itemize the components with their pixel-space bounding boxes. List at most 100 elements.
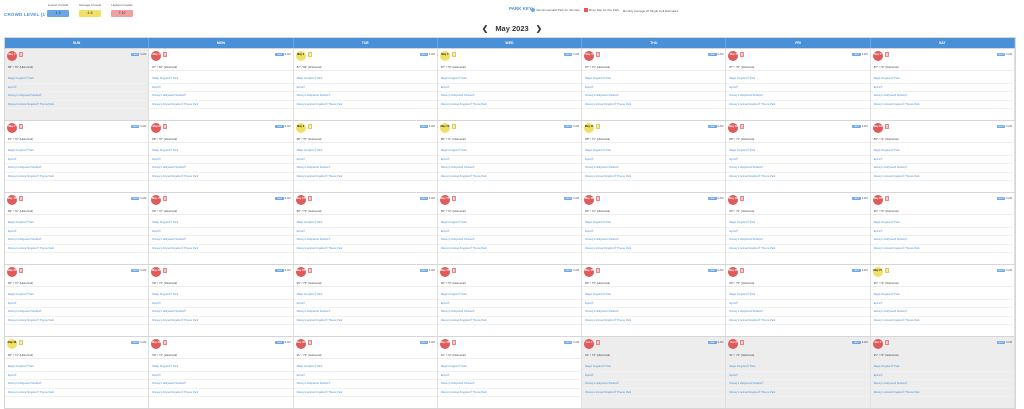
park-link[interactable]: Disney's Animal Kingdom® Theme Park	[726, 101, 870, 109]
park-link[interactable]: Disney's Hollywood Studios®	[726, 164, 870, 173]
day-cell[interactable]: May 7 open 9 AM 87° / 70° (Historical) Ma…	[5, 121, 150, 192]
crowd-level-badge[interactable]: May 1	[7, 51, 17, 61]
park-link[interactable]: Disney's Animal Kingdom® Theme Park	[870, 101, 1014, 109]
park-link[interactable]: Disney's Hollywood Studios®	[726, 308, 870, 317]
hours-pill[interactable]: open	[131, 269, 140, 272]
park-link[interactable]: Disney's Animal Kingdom® Theme Park	[726, 389, 870, 397]
park-link[interactable]: Epcot®	[582, 372, 726, 380]
park-link[interactable]: Disney's Hollywood Studios®	[870, 164, 1014, 173]
next-month-button[interactable]: ❯	[536, 24, 542, 33]
day-cell[interactable]: May 27 open 9 AM 90° / 74° (Historical) M…	[870, 265, 1015, 336]
park-link[interactable]: Epcot®	[437, 300, 582, 308]
park-link[interactable]: Magic Kingdom® Park	[5, 75, 149, 84]
day-cell[interactable]: May 31 open 9 AM 91° / 74° (Historical) M…	[437, 337, 583, 408]
park-link[interactable]: Disney's Hollywood Studios®	[437, 236, 582, 245]
crowd-level-badge[interactable]: May 17	[439, 195, 450, 205]
park-link[interactable]: Disney's Animal Kingdom® Theme Park	[149, 101, 293, 109]
park-link[interactable]: Disney's Hollywood Studios®	[5, 308, 149, 317]
crowd-level-badge[interactable]: May 13	[872, 123, 883, 133]
day-cell[interactable]: May 18 open 9 AM 90° / 72° (Historical) M…	[582, 193, 727, 264]
park-link[interactable]: Magic Kingdom® Park	[149, 219, 293, 228]
hours-pill[interactable]: open	[563, 341, 573, 344]
park-link[interactable]: Epcot®	[149, 372, 293, 380]
hours-pill[interactable]: open	[996, 53, 1006, 56]
day-cell[interactable]: May 2 open 9 AM 87° / 69° (Historical) Ma…	[293, 49, 438, 120]
park-link[interactable]: Magic Kingdom® Park	[293, 219, 437, 228]
hours-pill[interactable]: open	[275, 269, 284, 272]
park-link[interactable]: Disney's Hollywood Studios®	[293, 164, 437, 173]
park-link[interactable]: Magic Kingdom® Park	[437, 291, 582, 300]
park-link[interactable]: Disney's Animal Kingdom® Theme Park	[5, 245, 149, 253]
park-link[interactable]: Magic Kingdom® Park	[870, 291, 1014, 300]
crowd-level-badge[interactable]: May 21	[7, 267, 17, 277]
park-link[interactable]: Epcot®	[293, 228, 437, 236]
crowd-level-badge[interactable]: May 14	[7, 195, 17, 205]
crowd-level-badge[interactable]: May 4	[584, 51, 595, 61]
hours-pill[interactable]: open	[419, 197, 428, 200]
crowd-level-badge[interactable]: May 7	[7, 123, 17, 133]
park-link[interactable]: Disney's Animal Kingdom® Theme Park	[437, 389, 582, 397]
park-link[interactable]: Magic Kingdom® Park	[5, 363, 149, 372]
park-link[interactable]: Epcot®	[870, 300, 1014, 308]
park-link[interactable]: Epcot®	[582, 300, 726, 308]
park-link[interactable]: Disney's Hollywood Studios®	[437, 380, 582, 389]
park-link[interactable]: Epcot®	[582, 156, 726, 164]
park-link[interactable]: Disney's Animal Kingdom® Theme Park	[870, 245, 1014, 253]
park-link[interactable]: Magic Kingdom® Park	[437, 219, 582, 228]
park-link[interactable]: Epcot®	[437, 156, 582, 164]
prev-month-button[interactable]: ❮	[482, 24, 488, 33]
park-link[interactable]: Disney's Animal Kingdom® Theme Park	[149, 317, 293, 325]
park-link[interactable]: Disney's Animal Kingdom® Theme Park	[582, 317, 726, 325]
park-link[interactable]: Disney's Hollywood Studios®	[149, 380, 293, 389]
park-link[interactable]: Magic Kingdom® Park	[582, 363, 726, 372]
park-link[interactable]: Magic Kingdom® Park	[582, 291, 726, 300]
park-link[interactable]: Magic Kingdom® Park	[149, 291, 293, 300]
crowd-level-badge[interactable]: May 6	[872, 51, 883, 61]
park-link[interactable]: Epcot®	[870, 156, 1014, 164]
park-link[interactable]: Magic Kingdom® Park	[870, 363, 1014, 372]
park-link[interactable]: Magic Kingdom® Park	[149, 363, 293, 372]
park-link[interactable]: Disney's Animal Kingdom® Theme Park	[5, 101, 149, 109]
day-cell[interactable]: Jun 3 open 9 AM 91° / 74° (Historical) Ma…	[870, 337, 1015, 408]
crowd-level-badge[interactable]: May 18	[584, 195, 595, 205]
park-link[interactable]: Epcot®	[149, 84, 293, 92]
park-link[interactable]: Magic Kingdom® Park	[582, 75, 726, 84]
park-link[interactable]: Epcot®	[293, 156, 437, 164]
park-link[interactable]: Epcot®	[293, 84, 437, 92]
park-link[interactable]: Disney's Hollywood Studios®	[726, 236, 870, 245]
park-link[interactable]: Disney's Animal Kingdom® Theme Park	[437, 173, 582, 181]
park-link[interactable]: Disney's Animal Kingdom® Theme Park	[437, 245, 582, 253]
day-cell[interactable]: May 1 open 9 AM 87° / 69° (Historical) Ma…	[149, 49, 294, 120]
crowd-level-badge[interactable]: May 19	[728, 195, 739, 205]
park-link[interactable]: Disney's Hollywood Studios®	[293, 308, 437, 317]
park-link[interactable]: Magic Kingdom® Park	[437, 75, 582, 84]
crowd-level-badge[interactable]: May 22	[151, 267, 162, 277]
park-link[interactable]: Epcot®	[870, 228, 1014, 236]
day-cell[interactable]: May 9 open 9 AM 88° / 70° (Historical) Ma…	[293, 121, 438, 192]
crowd-level-badge[interactable]: May 2	[295, 51, 306, 61]
park-link[interactable]: Disney's Hollywood Studios®	[293, 380, 437, 389]
park-link[interactable]: Magic Kingdom® Park	[437, 363, 582, 372]
park-link[interactable]: Epcot®	[870, 84, 1014, 92]
park-link[interactable]: Disney's Hollywood Studios®	[293, 92, 437, 101]
crowd-level-badge[interactable]: May 23	[295, 267, 306, 277]
park-link[interactable]: Epcot®	[726, 372, 870, 380]
hours-pill[interactable]: open	[419, 341, 428, 344]
crowd-level-badge[interactable]: May 15	[151, 195, 162, 205]
park-link[interactable]: Epcot®	[5, 300, 149, 308]
park-link[interactable]: Disney's Hollywood Studios®	[5, 380, 149, 389]
hours-pill[interactable]: open	[852, 197, 861, 200]
crowd-level-badge[interactable]: May 24	[439, 267, 450, 277]
park-link[interactable]: Disney's Hollywood Studios®	[870, 308, 1014, 317]
hours-pill[interactable]: open	[563, 197, 573, 200]
day-cell[interactable]: May 28 open 9 AM 90° / 74° (Historical) M…	[5, 337, 150, 408]
park-link[interactable]: Disney's Hollywood Studios®	[582, 92, 726, 101]
day-cell[interactable]: May 1 open 9 AM 88° / 70° (Historical) Ma…	[5, 49, 150, 120]
hours-pill[interactable]: open	[131, 197, 140, 200]
day-cell[interactable]: May 16 open 9 AM 89° / 72° (Historical) M…	[293, 193, 438, 264]
park-link[interactable]: Disney's Animal Kingdom® Theme Park	[870, 317, 1014, 325]
park-link[interactable]: Magic Kingdom® Park	[437, 147, 582, 156]
park-link[interactable]: Magic Kingdom® Park	[149, 147, 293, 156]
crowd-level-badge[interactable]: May 20	[872, 195, 883, 205]
park-link[interactable]: Epcot®	[726, 228, 870, 236]
